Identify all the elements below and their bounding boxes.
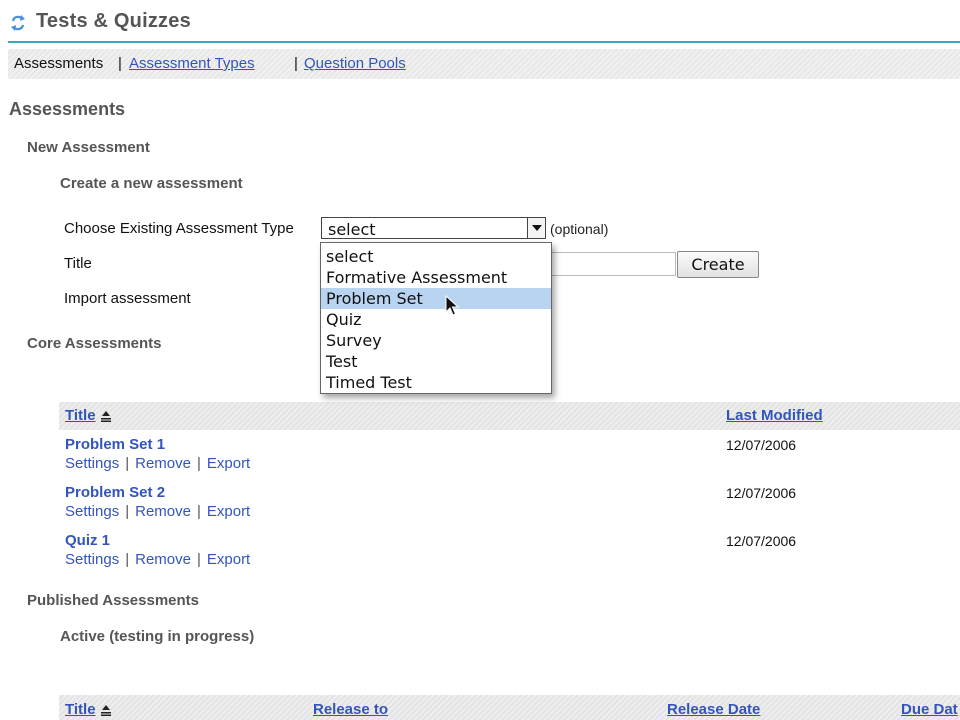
action-separator: | — [125, 503, 130, 520]
settings-link[interactable]: Settings — [65, 455, 119, 472]
title-input[interactable] — [552, 252, 676, 276]
sort-ascending-icon — [100, 411, 111, 423]
core-table-header: Title Last Modified — [59, 402, 960, 430]
action-separator: | — [125, 455, 130, 472]
dropdown-option[interactable]: select — [321, 246, 551, 267]
assessment-title-link[interactable]: Problem Set 1 — [65, 436, 165, 453]
sort-last-modified-link[interactable]: Last Modified — [726, 407, 823, 424]
header-rule — [8, 41, 960, 43]
sort-release-to-link[interactable]: Release to — [313, 701, 388, 718]
nav-current-assessments: Assessments — [14, 55, 104, 72]
create-button[interactable]: Create — [677, 251, 759, 278]
export-link[interactable]: Export — [207, 503, 250, 520]
last-modified-date: 12/07/2006 — [726, 437, 797, 453]
sort-title-link[interactable]: Title — [65, 407, 112, 424]
assessment-title-link[interactable]: Quiz 1 — [65, 532, 110, 549]
remove-link[interactable]: Remove — [135, 503, 191, 520]
nav-link-assessment-types[interactable]: Assessment Types — [129, 55, 255, 72]
column-title-label: Title — [65, 407, 96, 424]
dropdown-option[interactable]: Formative Assessment — [321, 267, 551, 288]
settings-link[interactable]: Settings — [65, 551, 119, 568]
title-label: Title — [64, 255, 92, 272]
published-table-header: Title Release to Release Date Due Dat — [59, 695, 960, 720]
assessment-type-label: Choose Existing Assessment Type — [64, 220, 294, 237]
nav-link-question-pools[interactable]: Question Pools — [304, 55, 406, 72]
optional-note: (optional) — [550, 221, 609, 237]
core-assessments-heading: Core Assessments — [27, 335, 162, 352]
assessment-type-value: select — [328, 220, 376, 239]
assessment-type-dropdown: select Formative Assessment Problem Set … — [320, 242, 552, 394]
active-testing-heading: Active (testing in progress) — [60, 628, 255, 645]
dropdown-option[interactable]: Survey — [321, 330, 551, 351]
action-separator: | — [196, 455, 201, 472]
action-separator: | — [196, 503, 201, 520]
app-header: Tests & Quizzes — [0, 0, 960, 44]
row-actions: Settings | Remove | Export — [65, 455, 250, 472]
mouse-pointer-icon — [445, 294, 460, 317]
remove-link[interactable]: Remove — [135, 551, 191, 568]
column-title-label: Title — [65, 701, 96, 718]
last-modified-date: 12/07/2006 — [726, 533, 797, 549]
dropdown-option[interactable]: Test — [321, 351, 551, 372]
export-link[interactable]: Export — [207, 455, 250, 472]
action-separator: | — [125, 551, 130, 568]
dropdown-option[interactable]: Quiz — [321, 309, 551, 330]
tool-nav: Assessments | Assessment Types | Questio… — [8, 49, 960, 79]
sort-title-link[interactable]: Title — [65, 701, 112, 718]
action-separator: | — [196, 551, 201, 568]
refresh-arrows-icon[interactable] — [9, 14, 27, 32]
settings-link[interactable]: Settings — [65, 503, 119, 520]
sort-due-date-link[interactable]: Due Dat — [901, 701, 958, 718]
assessment-type-select[interactable]: select — [321, 217, 545, 239]
chevron-down-icon — [532, 225, 542, 231]
assessment-title-link[interactable]: Problem Set 2 — [65, 484, 165, 501]
export-link[interactable]: Export — [207, 551, 250, 568]
row-actions: Settings | Remove | Export — [65, 503, 250, 520]
last-modified-date: 12/07/2006 — [726, 485, 797, 501]
nav-separator: | — [294, 55, 298, 72]
row-actions: Settings | Remove | Export — [65, 551, 250, 568]
dropdown-option-highlighted[interactable]: Problem Set — [321, 288, 551, 309]
sort-ascending-icon — [100, 705, 111, 717]
import-assessment-label: Import assessment — [64, 290, 191, 307]
dropdown-option[interactable]: Timed Test — [321, 372, 551, 393]
dropdown-toggle[interactable] — [527, 217, 546, 239]
new-assessment-heading: New Assessment — [27, 139, 150, 156]
page-title: Assessments — [9, 99, 126, 119]
app-title: Tests & Quizzes — [36, 10, 191, 32]
published-assessments-heading: Published Assessments — [27, 592, 200, 609]
create-assessment-subheading: Create a new assessment — [60, 175, 243, 192]
sort-release-date-link[interactable]: Release Date — [667, 701, 760, 718]
remove-link[interactable]: Remove — [135, 455, 191, 472]
nav-separator: | — [118, 55, 122, 72]
